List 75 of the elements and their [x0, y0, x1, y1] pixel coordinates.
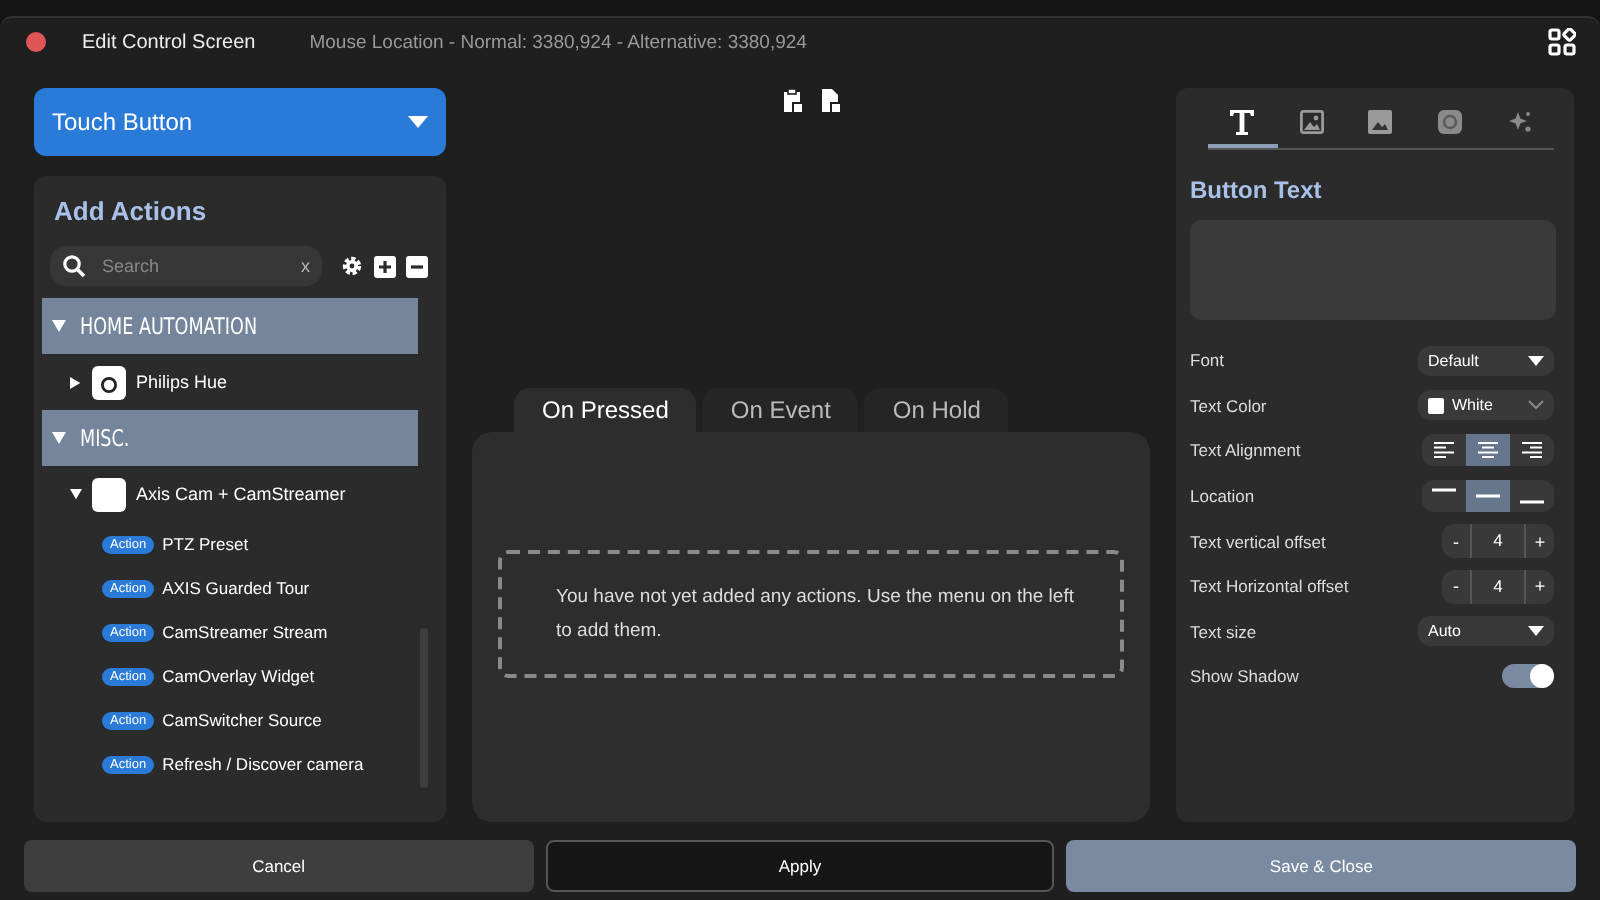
grid-icon[interactable]	[1548, 28, 1576, 56]
button-type-dropdown[interactable]: Touch Button	[34, 88, 446, 156]
settings-icon[interactable]	[340, 254, 364, 278]
collapse-all-icon[interactable]	[406, 255, 428, 277]
badge-icon	[1438, 110, 1463, 134]
expand-all-icon[interactable]	[374, 255, 396, 277]
plugin-icon	[92, 365, 126, 399]
toggle-switch[interactable]	[1502, 664, 1554, 689]
property-label: Text Alignment	[1190, 440, 1301, 461]
plugin-label[interactable]: Axis Cam + CamStreamer	[136, 484, 346, 504]
property-label: Font	[1190, 350, 1225, 371]
caret-icon	[1528, 355, 1544, 366]
category-header[interactable]: HOME AUTOMATION	[42, 298, 418, 354]
cancel-button[interactable]: Cancel	[24, 840, 534, 892]
property-label: Text vertical offset	[1190, 531, 1326, 552]
decrement-button[interactable]: -	[1442, 524, 1470, 559]
category-header[interactable]: MISC.	[42, 410, 418, 466]
event-tab[interactable]: On Hold	[864, 388, 1009, 432]
category-label: MISC.	[80, 424, 130, 452]
action-item[interactable]: CamSwitcher Source	[162, 710, 322, 730]
property-label: Location	[1190, 486, 1255, 507]
sparkle-icon	[1507, 110, 1532, 134]
plugin-label[interactable]: Philips Hue	[136, 372, 228, 392]
action-item[interactable]: AXIS Guarded Tour	[162, 578, 310, 598]
property-label: Show Shadow	[1190, 666, 1299, 687]
save-button[interactable]: Save & Close	[1066, 840, 1577, 892]
align-middle-icon	[1476, 494, 1500, 499]
clear-search-button[interactable]: x	[301, 256, 310, 276]
image-icon	[1299, 110, 1324, 134]
property-label: Text size	[1190, 621, 1257, 642]
stepper-field[interactable]: 4	[1470, 524, 1526, 559]
select-field[interactable]: Default	[1418, 345, 1554, 376]
picture-icon	[1368, 110, 1393, 134]
increment-button[interactable]: +	[1526, 524, 1554, 559]
action-item[interactable]: CamOverlay Widget	[162, 666, 315, 686]
decrement-button[interactable]: -	[1442, 569, 1470, 604]
plugin-icon	[92, 477, 126, 511]
align-top-icon	[1432, 488, 1456, 493]
event-tab[interactable]: On Event	[702, 388, 859, 432]
segment-button[interactable]	[1466, 480, 1510, 513]
caret-icon[interactable]	[70, 375, 82, 389]
search-field[interactable]: Search x	[50, 246, 322, 286]
increment-button[interactable]: +	[1526, 569, 1554, 604]
property-label: Text Color	[1190, 395, 1267, 416]
color-select[interactable]: White	[1418, 390, 1554, 421]
align-bottom-icon	[1520, 500, 1544, 505]
segment-button[interactable]	[1466, 434, 1510, 467]
panel-title: Add Actions	[54, 196, 209, 226]
paste-icon[interactable]	[781, 88, 803, 114]
caret-icon	[1528, 626, 1544, 637]
section-title: Button Text	[1190, 176, 1324, 204]
caret-icon	[52, 320, 66, 332]
action-item[interactable]: PTZ Preset	[162, 534, 249, 554]
text-icon	[1228, 108, 1257, 136]
category-label: HOME AUTOMATION	[80, 312, 258, 340]
chevron-icon	[1528, 400, 1544, 411]
search-icon	[62, 254, 86, 278]
window-title: Edit Control Screen	[82, 31, 256, 53]
close-button[interactable]	[26, 32, 46, 52]
stepper-field[interactable]: 4	[1470, 569, 1526, 604]
select-field[interactable]: Auto	[1418, 616, 1554, 647]
align-right-icon	[1522, 442, 1542, 459]
caret-icon	[52, 432, 66, 444]
action-item[interactable]: CamStreamer Stream	[162, 622, 328, 642]
empty-message: You have not yet added any actions. Use the menu on the left to add them.	[556, 585, 1074, 641]
mouse-location: Mouse Location - Normal: 3380,924 - Alternative: 3380,924	[309, 31, 807, 53]
apply-button[interactable]: Apply	[545, 840, 1055, 892]
align-left-icon	[1434, 442, 1454, 459]
align-center-icon	[1478, 442, 1498, 459]
copy-file-icon[interactable]	[819, 88, 841, 114]
caret-icon[interactable]	[70, 487, 82, 501]
caret-icon	[408, 116, 428, 128]
event-tab[interactable]: On Pressed	[514, 388, 697, 432]
action-item[interactable]: Refresh / Discover camera	[162, 754, 364, 774]
property-label: Text Horizontal offset	[1190, 576, 1349, 597]
